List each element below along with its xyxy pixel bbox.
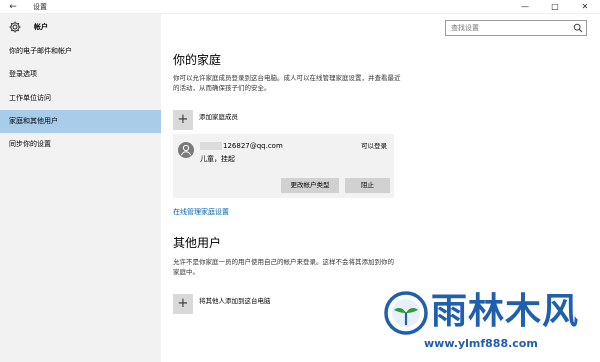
minimize-button[interactable]: — bbox=[510, 0, 540, 14]
sidebar-title: 帐户 bbox=[34, 23, 48, 31]
watermark-logo-icon bbox=[384, 291, 428, 335]
watermark: 雨林木风 www.ylmf888.com bbox=[384, 285, 594, 357]
window-title: 设置 bbox=[33, 3, 47, 11]
title-bar: ← 设置 — □ ✕ bbox=[0, 0, 600, 14]
member-role: 儿童，挂起 bbox=[200, 155, 235, 163]
maximize-button[interactable]: □ bbox=[540, 0, 570, 14]
search-input[interactable]: 查找设置 bbox=[445, 20, 587, 36]
add-family-member-button[interactable]: + bbox=[173, 110, 193, 130]
add-other-user-label[interactable]: 将其他人添加到这台电脑 bbox=[199, 296, 271, 306]
add-family-member-label[interactable]: 添加家庭成员 bbox=[199, 112, 238, 122]
member-email: 126827@qq.com bbox=[200, 141, 283, 151]
plus-icon: + bbox=[177, 112, 189, 127]
sidebar-header: 帐户 bbox=[0, 14, 161, 40]
watermark-text: 雨林木风 bbox=[431, 290, 580, 332]
plus-icon: + bbox=[177, 296, 189, 311]
avatar bbox=[178, 142, 194, 158]
change-account-type-button[interactable]: 更改帐户类型 bbox=[281, 178, 339, 193]
search-placeholder: 查找设置 bbox=[451, 24, 479, 32]
sidebar-item-email-accounts[interactable]: 你的电子邮件和帐户 bbox=[0, 40, 161, 63]
watermark-url: www.ylmf888.com bbox=[424, 337, 538, 350]
member-email-text: 126827@qq.com bbox=[223, 142, 283, 150]
manage-family-online-link[interactable]: 在线管理家庭设置 bbox=[173, 207, 229, 217]
user-icon bbox=[181, 144, 191, 156]
family-member-card[interactable]: 126827@qq.com 可以登录 儿童，挂起 更改帐户类型 阻止 bbox=[173, 134, 394, 198]
other-users-heading: 其他用户 bbox=[173, 236, 222, 250]
sidebar: 帐户 你的电子邮件和帐户 登录选项 工作单位访问 家庭和其他用户 同步你的设置 bbox=[0, 14, 161, 362]
redacted-email-prefix bbox=[200, 142, 222, 150]
sidebar-item-sync-settings[interactable]: 同步你的设置 bbox=[0, 133, 161, 156]
member-status: 可以登录 bbox=[361, 142, 387, 150]
search-icon bbox=[573, 23, 583, 33]
back-arrow-icon[interactable]: ← bbox=[4, 1, 22, 13]
family-description: 你可以允许家庭成员登录到这台电脑。成人可以在线管理家庭设置，并查看最近的活动，从… bbox=[173, 74, 401, 92]
sidebar-item-sign-in-options[interactable]: 登录选项 bbox=[0, 63, 161, 86]
close-button[interactable]: ✕ bbox=[570, 0, 600, 14]
other-users-description: 允许不是你家庭一员的用户使用自己的帐户来登录。这样不会将其添加到你的家庭中。 bbox=[173, 258, 394, 276]
add-other-user-button[interactable]: + bbox=[173, 294, 193, 314]
gear-icon bbox=[9, 21, 21, 33]
sidebar-item-work-access[interactable]: 工作单位访问 bbox=[0, 87, 161, 110]
sidebar-item-family-other-users[interactable]: 家庭和其他用户 bbox=[0, 110, 161, 133]
block-button[interactable]: 阻止 bbox=[345, 178, 390, 193]
window-controls: — □ ✕ bbox=[510, 0, 600, 14]
family-heading: 你的家庭 bbox=[173, 53, 222, 67]
